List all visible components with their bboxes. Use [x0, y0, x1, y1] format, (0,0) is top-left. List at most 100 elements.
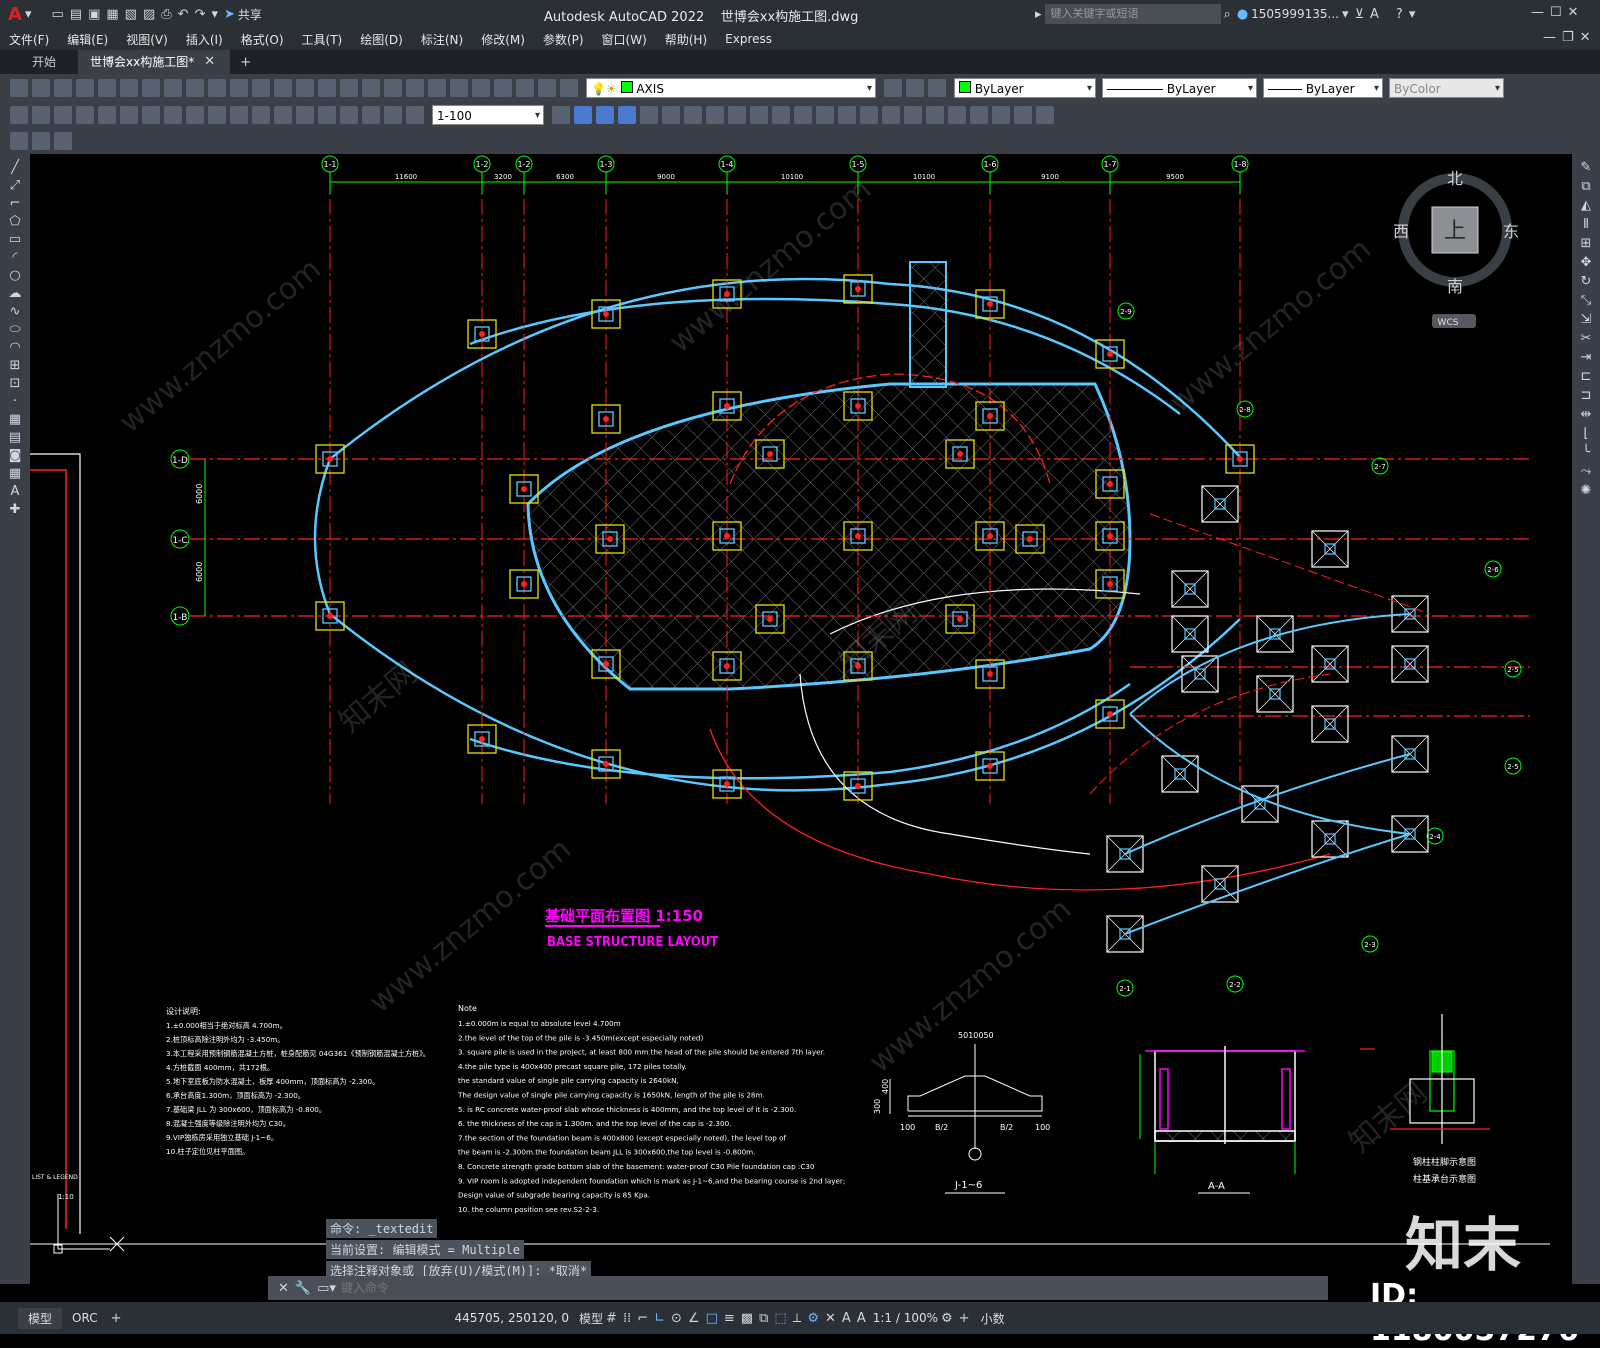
- construction-line-icon[interactable]: ⤢: [10, 178, 20, 193]
- ellipse-icon[interactable]: ⬭: [9, 322, 20, 337]
- revcloud-icon[interactable]: ☁: [9, 286, 22, 301]
- layer-previous-icon[interactable]: [906, 79, 924, 97]
- region-icon[interactable]: [794, 106, 812, 124]
- help-icon[interactable]: [538, 79, 556, 97]
- block-icon[interactable]: [948, 106, 966, 124]
- save-as-icon[interactable]: ▦: [106, 7, 118, 22]
- arc-length-icon[interactable]: [54, 106, 72, 124]
- mirror-icon[interactable]: ◭: [1581, 198, 1591, 213]
- annotation-monitor-icon[interactable]: +: [959, 1311, 970, 1326]
- polyline-icon[interactable]: ⌐: [10, 196, 21, 211]
- dim-space-icon[interactable]: [252, 106, 270, 124]
- preview-icon[interactable]: [98, 79, 116, 97]
- dim-edit-icon[interactable]: [384, 106, 402, 124]
- break-icon[interactable]: ⊐: [1581, 388, 1592, 403]
- viewcube[interactable]: 上 北 南 西 东 WCS: [1393, 169, 1519, 328]
- zoom-previous-icon[interactable]: [384, 79, 402, 97]
- share-icon[interactable]: ➤: [224, 7, 235, 22]
- scale-icon[interactable]: ⤡: [1581, 293, 1591, 308]
- draworder-front-icon[interactable]: [574, 106, 592, 124]
- selection-filter-icon[interactable]: ⚙: [807, 1311, 819, 1326]
- align-icon[interactable]: [640, 106, 658, 124]
- selection-cycling-icon[interactable]: ⧉: [759, 1311, 768, 1326]
- layer-dropdown[interactable]: 💡☀ AXIS ▾: [586, 78, 876, 98]
- properties-icon[interactable]: [406, 79, 424, 97]
- jogged-icon[interactable]: [120, 106, 138, 124]
- menu-modify[interactable]: 修改(M): [481, 31, 525, 48]
- layer-state-icon[interactable]: [928, 79, 946, 97]
- dim-text-edit-icon[interactable]: [406, 106, 424, 124]
- make-current-layer-icon[interactable]: [884, 79, 902, 97]
- dim-style-dropdown[interactable]: 1-100 ▾: [432, 105, 544, 125]
- add-selected-icon[interactable]: ✚: [10, 502, 21, 517]
- chamfer-icon[interactable]: ⌊: [1583, 426, 1588, 441]
- plotstyle-dropdown[interactable]: ByColor ▾: [1389, 78, 1504, 98]
- calculator-icon[interactable]: [516, 79, 534, 97]
- open-web-icon[interactable]: ▧: [125, 7, 137, 22]
- new-file-icon[interactable]: ▭: [51, 7, 63, 22]
- dim-update-icon[interactable]: [552, 106, 570, 124]
- ellipse-arc-icon[interactable]: ◠: [9, 340, 20, 355]
- offset-icon[interactable]: ⫴: [1583, 217, 1588, 232]
- user-icon[interactable]: ●: [1237, 7, 1248, 22]
- lineweight-dropdown[interactable]: ByLayer ▾: [1263, 78, 1383, 98]
- new-tab-icon[interactable]: +: [240, 55, 251, 70]
- osnap-tracking-icon[interactable]: ∠: [688, 1311, 700, 1326]
- hatch-tool-icon[interactable]: ▦: [9, 412, 21, 427]
- close-icon[interactable]: ✕: [278, 1281, 289, 1296]
- gradient-tool-icon[interactable]: ▤: [9, 430, 21, 445]
- tab-layout[interactable]: ORC: [62, 1309, 108, 1327]
- transparency-icon[interactable]: ▩: [741, 1311, 753, 1326]
- circle-icon[interactable]: ○: [9, 268, 20, 283]
- close-icon[interactable]: ✕: [1568, 5, 1579, 20]
- multiline-text-icon[interactable]: A: [11, 484, 20, 499]
- copy-icon[interactable]: [186, 79, 204, 97]
- zoom-window-icon[interactable]: [362, 79, 380, 97]
- zoom-realtime-icon[interactable]: [340, 79, 358, 97]
- viewcube-north[interactable]: 北: [1447, 169, 1463, 188]
- clip-icon[interactable]: [750, 106, 768, 124]
- osnap-icon[interactable]: □: [706, 1311, 718, 1326]
- menu-express[interactable]: Express: [725, 32, 772, 46]
- make-block-icon[interactable]: ⊡: [10, 376, 21, 391]
- ordinate-icon[interactable]: [76, 106, 94, 124]
- lineweight-icon[interactable]: ≡: [724, 1311, 735, 1326]
- linear-dim-icon[interactable]: [10, 106, 28, 124]
- insert-icon[interactable]: [970, 106, 988, 124]
- tab-drawing[interactable]: 世博会xx构施工图* ✕: [78, 50, 231, 74]
- rotate-icon[interactable]: ↻: [1581, 274, 1592, 289]
- draworder-back-icon[interactable]: [596, 106, 614, 124]
- save-icon[interactable]: [54, 79, 72, 97]
- doc-restore-icon[interactable]: ❐: [1562, 30, 1574, 45]
- drawing-canvas[interactable]: 1-1 1-2 1-2 1-3 1-4 1-5 1-6 1-7 1-8 11600 3200 630…: [30, 154, 1572, 1264]
- jogged-linear-icon[interactable]: [362, 106, 380, 124]
- layer-properties-icon[interactable]: [560, 79, 578, 97]
- menu-draw[interactable]: 绘图(D): [360, 31, 403, 48]
- 3d-print-icon[interactable]: [142, 79, 160, 97]
- linetype-dropdown[interactable]: ByLayer ▾: [1102, 78, 1257, 98]
- cart-icon[interactable]: ⊻: [1354, 7, 1364, 22]
- customize-icon[interactable]: 🔧: [295, 1281, 311, 1296]
- infer-icon[interactable]: ⌐: [637, 1311, 648, 1326]
- viewcube-south[interactable]: 南: [1447, 277, 1463, 296]
- diameter-icon[interactable]: [142, 106, 160, 124]
- markup-icon[interactable]: [494, 79, 512, 97]
- snap-icon[interactable]: ⁞⁞: [623, 1311, 631, 1326]
- viewcube-top[interactable]: 上: [1444, 219, 1466, 244]
- sheet-set-icon[interactable]: [472, 79, 490, 97]
- angular-icon[interactable]: [164, 106, 182, 124]
- ole-icon[interactable]: [1014, 106, 1032, 124]
- hatch-icon[interactable]: [838, 106, 856, 124]
- join-icon[interactable]: ⇹: [1581, 407, 1592, 422]
- menu-parametric[interactable]: 参数(P): [543, 31, 584, 48]
- maximize-icon[interactable]: ☐: [1550, 5, 1562, 20]
- menu-window[interactable]: 窗口(W): [602, 31, 647, 48]
- tool-palettes-icon[interactable]: [450, 79, 468, 97]
- new-icon[interactable]: [10, 79, 28, 97]
- arc-icon[interactable]: ◜: [12, 250, 17, 265]
- help-icon[interactable]: ?: [1396, 7, 1403, 22]
- close-tab-icon[interactable]: ✕: [204, 50, 215, 74]
- model-space-toggle[interactable]: 模型: [579, 1310, 603, 1327]
- search-icon[interactable]: ⌕: [1224, 7, 1231, 22]
- auto-scale-icon[interactable]: A: [857, 1311, 866, 1326]
